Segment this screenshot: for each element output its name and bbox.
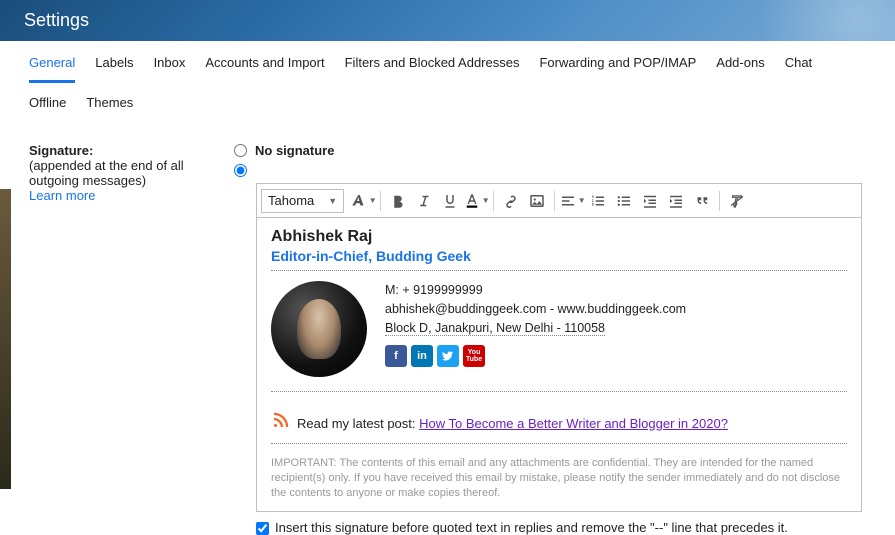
tab-general[interactable]: General [29,55,75,83]
tab-addons[interactable]: Add-ons [716,55,764,83]
divider [271,391,847,392]
tab-forwarding[interactable]: Forwarding and POP/IMAP [539,55,696,83]
divider [271,270,847,271]
bold-button[interactable] [385,188,411,214]
page-title: Settings [24,10,89,31]
tab-inbox[interactable]: Inbox [154,55,186,83]
sig-disclaimer: IMPORTANT: The contents of this email an… [271,456,847,501]
tab-themes[interactable]: Themes [86,95,133,123]
bullet-list-button[interactable] [611,188,637,214]
tabs-primary: General Labels Inbox Accounts and Import… [11,41,884,91]
separator [554,191,555,211]
insert-before-quoted-label: Insert this signature before quoted text… [275,520,788,535]
linkedin-icon[interactable]: in [411,345,433,367]
image-button[interactable] [524,188,550,214]
insert-before-quoted-checkbox[interactable] [256,522,269,535]
section-label-col: Signature: (appended at the end of all o… [29,143,234,535]
divider [271,443,847,444]
sig-body: M: + 9199999999 abhishek@buddinggeek.com… [271,281,847,377]
signature-label: Signature: [29,143,220,158]
separator [380,191,381,211]
settings-header: Settings [0,0,895,41]
caret-icon: ▼ [328,196,337,206]
rss-text: Read my latest post: How To Become a Bet… [297,416,728,431]
rss-icon [271,412,289,435]
separator [719,191,720,211]
social-row: f in YouTube [385,345,686,367]
tab-accounts[interactable]: Accounts and Import [205,55,324,83]
sig-title: Editor-in-Chief, Budding Geek [271,248,847,264]
tab-chat[interactable]: Chat [785,55,812,83]
editor-toolbar: Tahoma ▼ ▼ ▼ ▼ [257,184,861,218]
signature-config: No signature Tahoma ▼ ▼ ▼ [234,143,866,535]
sig-website: www.buddinggeek.com [558,302,687,316]
sig-mobile: M: + 9199999999 [385,281,686,300]
main-area: Signature: (appended at the end of all o… [11,137,884,535]
no-signature-row: No signature [234,143,866,158]
tab-labels[interactable]: Labels [95,55,133,83]
tab-offline[interactable]: Offline [29,95,66,123]
font-size-button[interactable]: ▼ [350,188,376,214]
rss-row: Read my latest post: How To Become a Bet… [271,412,847,435]
remove-format-button[interactable] [724,188,750,214]
indent-less-button[interactable] [637,188,663,214]
text-color-button[interactable]: ▼ [463,188,489,214]
align-button[interactable]: ▼ [559,188,585,214]
tab-filters[interactable]: Filters and Blocked Addresses [345,55,520,83]
content: General Labels Inbox Accounts and Import… [11,41,884,535]
separator [493,191,494,211]
sig-address: Block D, Janakpuri, New Delhi - 110058 [385,319,686,338]
twitter-icon[interactable] [437,345,459,367]
insert-before-quoted-row: Insert this signature before quoted text… [256,520,862,535]
contact-block: M: + 9199999999 abhishek@buddinggeek.com… [385,281,686,367]
youtube-icon[interactable]: YouTube [463,345,485,367]
sig-name: Abhishek Raj [271,228,847,246]
sig-email-line: abhishek@buddinggeek.com - www.buddingge… [385,300,686,319]
bg-decor [0,189,11,489]
font-select-value: Tahoma [268,193,314,208]
custom-signature-row [234,164,866,177]
latest-post-link[interactable]: How To Become a Better Writer and Blogge… [419,416,728,431]
sig-email: abhishek@buddinggeek.com [385,302,546,316]
editor-canvas[interactable]: Abhishek Raj Editor-in-Chief, Budding Ge… [257,218,861,511]
facebook-icon[interactable]: f [385,345,407,367]
signature-desc: (appended at the end of all outgoing mes… [29,158,220,188]
tabs-secondary: Offline Themes [11,91,884,137]
numbered-list-button[interactable] [585,188,611,214]
custom-signature-radio[interactable] [234,164,247,177]
avatar [271,281,367,377]
no-signature-radio[interactable] [234,144,247,157]
italic-button[interactable] [411,188,437,214]
learn-more-link[interactable]: Learn more [29,188,220,203]
underline-button[interactable] [437,188,463,214]
signature-editor: Tahoma ▼ ▼ ▼ ▼ [256,183,862,512]
link-button[interactable] [498,188,524,214]
quote-button[interactable] [689,188,715,214]
indent-more-button[interactable] [663,188,689,214]
no-signature-label: No signature [255,143,334,158]
font-select[interactable]: Tahoma ▼ [261,189,344,213]
